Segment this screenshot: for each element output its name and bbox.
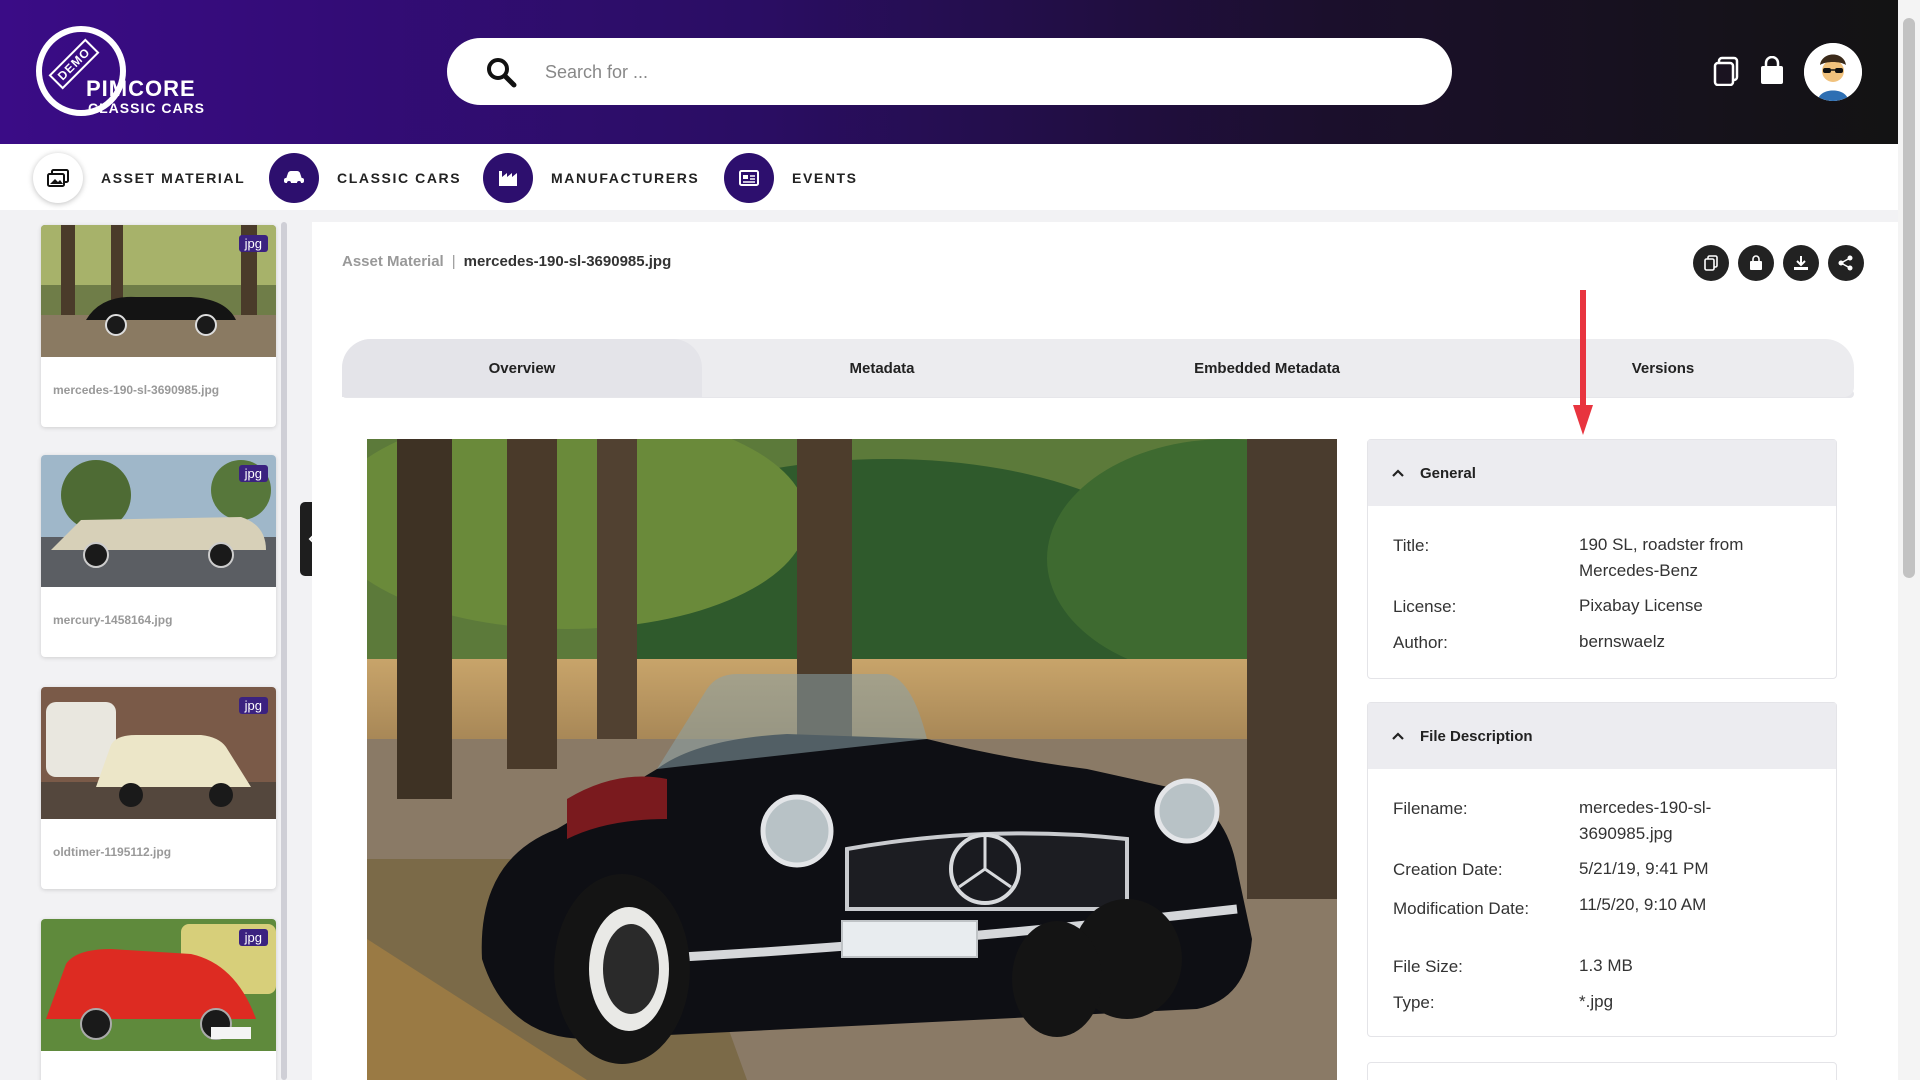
asset-thumbnail: jpg	[41, 687, 276, 819]
share-icon	[1838, 255, 1853, 271]
add-to-cart-button[interactable]	[1738, 245, 1774, 281]
download-icon	[1794, 256, 1808, 270]
app-header: DEMO PIMCORE CLASSIC CARS	[0, 0, 1898, 144]
asset-detail: Asset Material | mercedes-190-sl-3690985.j…	[312, 222, 1898, 1080]
tab-metadata[interactable]: Metadata	[702, 339, 1062, 397]
panel-title: File Description	[1420, 727, 1533, 745]
calendar-icon	[739, 170, 759, 186]
property-label: Creation Date:	[1393, 860, 1503, 879]
nav-label: ASSET MATERIAL	[101, 170, 246, 186]
nav-label: MANUFACTURERS	[551, 170, 700, 186]
nav-item-manufacturers[interactable]: MANUFACTURERS	[483, 153, 700, 203]
search-input[interactable]	[545, 56, 1405, 88]
breadcrumb-root-link[interactable]: Asset Material	[342, 253, 444, 270]
property-value: bernswaelz	[1579, 632, 1665, 651]
download-button[interactable]	[1783, 245, 1819, 281]
main-nav: ASSET MATERIAL CLASSIC CARS MANUFACTURER…	[0, 144, 1898, 210]
nav-icon-wrap	[269, 153, 319, 203]
shopping-bag-icon[interactable]	[1758, 56, 1786, 86]
asset-filename: mercedes-190-sl-3690985.jpg	[53, 383, 220, 397]
general-panel: General Title: 190 SL, roadster from Mer…	[1367, 439, 1837, 679]
general-panel-header[interactable]: General	[1368, 440, 1836, 506]
nav-icon-wrap	[724, 153, 774, 203]
asset-card[interactable]: jpg	[41, 919, 276, 1080]
logo-subtitle: CLASSIC CARS	[88, 100, 206, 116]
next-panel-peek	[1367, 1062, 1837, 1080]
sidebar-scrollbar[interactable]	[281, 222, 287, 1080]
asset-preview-image[interactable]	[367, 439, 1337, 1080]
breadcrumb-current: mercedes-190-sl-3690985.jpg	[463, 253, 672, 270]
nav-item-classic-cars[interactable]: CLASSIC CARS	[269, 153, 462, 203]
asset-thumbnail: jpg	[41, 455, 276, 587]
pimcore-logo[interactable]: DEMO PIMCORE CLASSIC CARS	[36, 26, 206, 122]
logo-brand: PIMCORE	[86, 76, 196, 101]
asset-filename: mercury-1458164.jpg	[53, 613, 173, 627]
tab-overview[interactable]: Overview	[342, 339, 702, 397]
tab-bar: Overview Metadata Embedded Metadata Vers…	[342, 339, 1854, 397]
property-value: 190 SL, roadster from Mercedes-Benz	[1579, 535, 1744, 580]
file-description-panel: File Description Filename: mercedes-190-…	[1367, 702, 1837, 1037]
copy-button[interactable]	[1693, 245, 1729, 281]
file-type-badge: jpg	[238, 465, 268, 482]
file-type-badge: jpg	[238, 697, 268, 714]
copy-icon[interactable]	[1713, 56, 1741, 86]
asset-card[interactable]: jpg oldtimer-1195112.jpg	[41, 687, 276, 889]
asset-thumbnail: jpg	[41, 919, 276, 1051]
nav-item-events[interactable]: EVENTS	[724, 153, 858, 203]
property-value: 5/21/19, 9:41 PM	[1579, 859, 1709, 878]
property-label: Modification Date:	[1393, 899, 1530, 918]
asset-card[interactable]: jpg mercedes-190-sl-3690985.jpg	[41, 225, 276, 427]
property-label: Type:	[1393, 993, 1435, 1012]
file-description-panel-header[interactable]: File Description	[1368, 703, 1836, 769]
tab-embedded-metadata[interactable]: Embedded Metadata	[1062, 339, 1472, 397]
nav-icon-wrap	[483, 153, 533, 203]
search-bar[interactable]	[447, 38, 1452, 105]
shopping-bag-icon	[1750, 255, 1762, 270]
property-label: File Size:	[1393, 957, 1463, 976]
property-value: mercedes-190-sl-3690985.jpg	[1579, 798, 1712, 843]
factory-icon	[499, 171, 517, 186]
images-icon	[47, 169, 69, 187]
file-type-badge: jpg	[238, 235, 268, 252]
property-value: 1.3 MB	[1579, 956, 1633, 975]
nav-icon-wrap	[33, 153, 83, 203]
search-icon[interactable]	[485, 56, 517, 88]
breadcrumb: Asset Material | mercedes-190-sl-3690985.j…	[342, 253, 671, 270]
panel-title: General	[1420, 464, 1476, 482]
asset-card[interactable]: jpg mercury-1458164.jpg	[41, 455, 276, 657]
nav-label: EVENTS	[792, 170, 858, 186]
avatar-icon	[1804, 43, 1862, 101]
file-type-badge: jpg	[238, 929, 268, 946]
annotation-arrow-icon	[1573, 290, 1593, 435]
property-label: Author:	[1393, 633, 1448, 652]
property-label: Title:	[1393, 536, 1430, 555]
property-label: License:	[1393, 597, 1457, 616]
nav-label: CLASSIC CARS	[337, 170, 462, 186]
property-value: 11/5/20, 9:10 AM	[1579, 895, 1707, 914]
asset-filename: oldtimer-1195112.jpg	[53, 845, 172, 859]
chevron-up-icon	[1392, 469, 1404, 477]
property-label: Filename:	[1393, 799, 1468, 818]
asset-sidebar: jpg mercedes-190-sl-3690985.jpg jpg merc…	[0, 222, 296, 1080]
copy-icon	[1704, 255, 1718, 271]
breadcrumb-separator: |	[451, 253, 456, 270]
nav-item-asset-material[interactable]: ASSET MATERIAL	[33, 153, 246, 203]
car-icon	[284, 171, 304, 185]
asset-thumbnail: jpg	[41, 225, 276, 357]
tab-versions[interactable]: Versions	[1472, 339, 1854, 397]
page-scrollbar-thumb[interactable]	[1903, 18, 1915, 578]
avatar[interactable]	[1804, 43, 1862, 101]
share-button[interactable]	[1828, 245, 1864, 281]
property-value: *.jpg	[1579, 992, 1614, 1011]
chevron-up-icon	[1392, 732, 1404, 740]
property-value: Pixabay License	[1579, 596, 1703, 615]
